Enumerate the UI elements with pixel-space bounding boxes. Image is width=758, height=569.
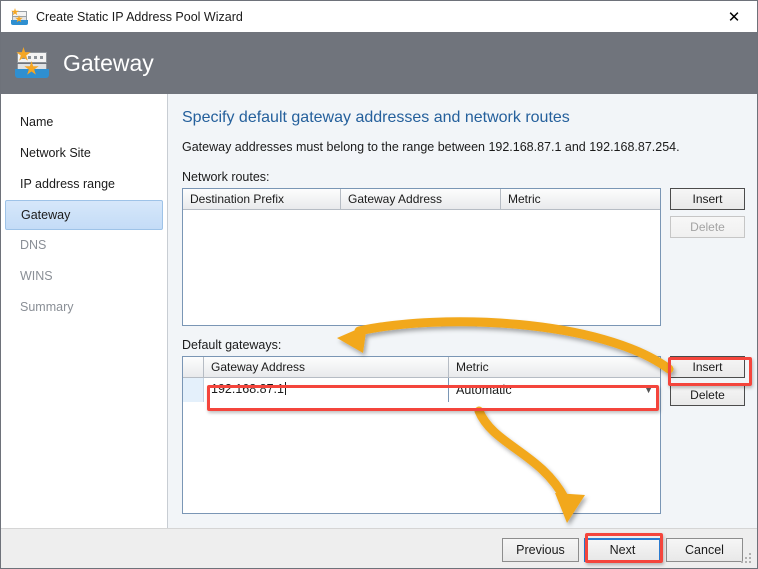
table-body xyxy=(183,210,660,325)
column-destination-prefix[interactable]: Destination Prefix xyxy=(183,189,341,209)
table-header-row: Gateway Address Metric xyxy=(183,357,660,378)
ip-pool-icon xyxy=(11,8,28,25)
network-routes-table[interactable]: Destination Prefix Gateway Address Metri… xyxy=(182,188,661,326)
main-content: Specify default gateway addresses and ne… xyxy=(169,94,757,528)
gateway-address-value: 192.168.87.1 xyxy=(211,382,284,396)
row-selector-header xyxy=(183,357,204,377)
default-gateways-table[interactable]: Gateway Address Metric 192.168.87.1 Auto… xyxy=(182,356,661,514)
table-row[interactable]: 192.168.87.1 Automatic ▼ xyxy=(183,378,660,402)
next-button[interactable]: Next xyxy=(584,538,661,562)
sidebar-item-dns[interactable]: DNS xyxy=(5,230,163,261)
page-title: Gateway xyxy=(63,49,154,76)
ip-pool-large-icon xyxy=(15,47,49,79)
default-gateways-label: Default gateways: xyxy=(182,338,282,352)
sidebar-item-wins[interactable]: WINS xyxy=(5,261,163,292)
sidebar-item-ip-address-range[interactable]: IP address range xyxy=(5,169,163,200)
table-header-row: Destination Prefix Gateway Address Metri… xyxy=(183,189,660,210)
sidebar-item-summary[interactable]: Summary xyxy=(5,292,163,323)
previous-button[interactable]: Previous xyxy=(502,538,579,562)
metric-dropdown[interactable]: Automatic ▼ xyxy=(449,378,660,402)
gateway-address-input[interactable]: 192.168.87.1 xyxy=(204,378,449,402)
wizard-footer: Previous Next Cancel xyxy=(1,528,757,568)
column-metric[interactable]: Metric xyxy=(501,189,660,209)
gateways-insert-button[interactable]: Insert xyxy=(670,356,745,378)
wizard-window: Create Static IP Address Pool Wizard ✕ G… xyxy=(0,0,758,569)
window-title: Create Static IP Address Pool Wizard xyxy=(36,9,243,24)
close-icon[interactable]: ✕ xyxy=(711,1,757,32)
gateways-delete-button[interactable]: Delete xyxy=(670,384,745,406)
wizard-sidebar: Name Network Site IP address range Gatew… xyxy=(1,94,168,528)
content-subtext: Gateway addresses must belong to the ran… xyxy=(182,140,680,154)
metric-value: Automatic xyxy=(456,382,512,397)
network-routes-label: Network routes: xyxy=(182,170,270,184)
resize-grip[interactable] xyxy=(741,553,753,565)
row-selector-cell[interactable] xyxy=(183,378,204,402)
table-body: 192.168.87.1 Automatic ▼ xyxy=(183,378,660,513)
chevron-down-icon[interactable]: ▼ xyxy=(644,385,653,395)
content-heading: Specify default gateway addresses and ne… xyxy=(182,109,570,126)
column-metric[interactable]: Metric xyxy=(449,357,660,377)
routes-delete-button: Delete xyxy=(670,216,745,238)
routes-insert-button[interactable]: Insert xyxy=(670,188,745,210)
title-bar: Create Static IP Address Pool Wizard ✕ xyxy=(1,1,757,32)
column-gateway-address[interactable]: Gateway Address xyxy=(204,357,449,377)
sidebar-item-network-site[interactable]: Network Site xyxy=(5,138,163,169)
column-gateway-address[interactable]: Gateway Address xyxy=(341,189,501,209)
cancel-button[interactable]: Cancel xyxy=(666,538,743,562)
sidebar-item-name[interactable]: Name xyxy=(5,107,163,138)
wizard-header: Gateway xyxy=(1,32,757,94)
text-caret xyxy=(285,382,286,395)
sidebar-item-gateway[interactable]: Gateway xyxy=(5,200,163,230)
